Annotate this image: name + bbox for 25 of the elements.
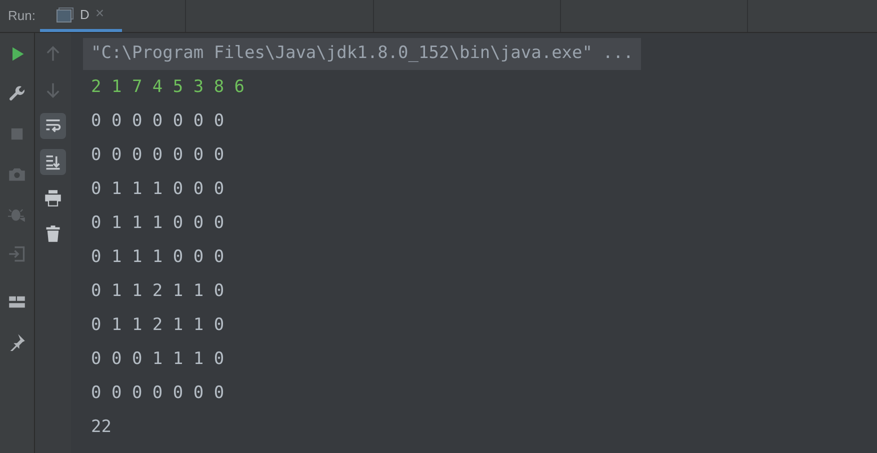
console-line: 0 1 1 2 1 1 0 (90, 280, 226, 304)
console-line: 0 1 1 1 0 0 0 (90, 178, 226, 202)
up-arrow-icon (44, 45, 62, 63)
soft-wrap-icon (44, 117, 62, 135)
console-line: 0 1 1 1 0 0 0 (90, 246, 226, 270)
console-icon (56, 6, 74, 22)
printer-icon (44, 189, 62, 207)
console-line: 0 1 1 1 0 0 0 (90, 212, 226, 236)
toolbar-button[interactable] (40, 149, 66, 175)
console-line: 0 0 0 0 0 0 0 (90, 110, 226, 134)
wrench-icon (8, 85, 26, 103)
console-line: 22 (90, 416, 112, 440)
console-line: 2 1 7 4 5 3 8 6 (90, 76, 246, 100)
console-line: 0 0 0 1 1 1 0 (90, 348, 226, 372)
down-arrow-icon (44, 81, 62, 99)
console-line: 0 0 0 0 0 0 0 (90, 144, 226, 168)
run-label: Run: (7, 7, 36, 26)
trash-icon (44, 225, 62, 243)
toolbar-button[interactable] (40, 113, 66, 139)
tab-label: D (80, 6, 90, 24)
console-line: 0 0 0 0 0 0 0 (90, 382, 226, 406)
scroll-to-end-icon (44, 153, 62, 171)
console-line: 0 1 1 2 1 1 0 (90, 314, 226, 338)
enter-icon (8, 245, 26, 263)
pin-icon (8, 333, 26, 351)
